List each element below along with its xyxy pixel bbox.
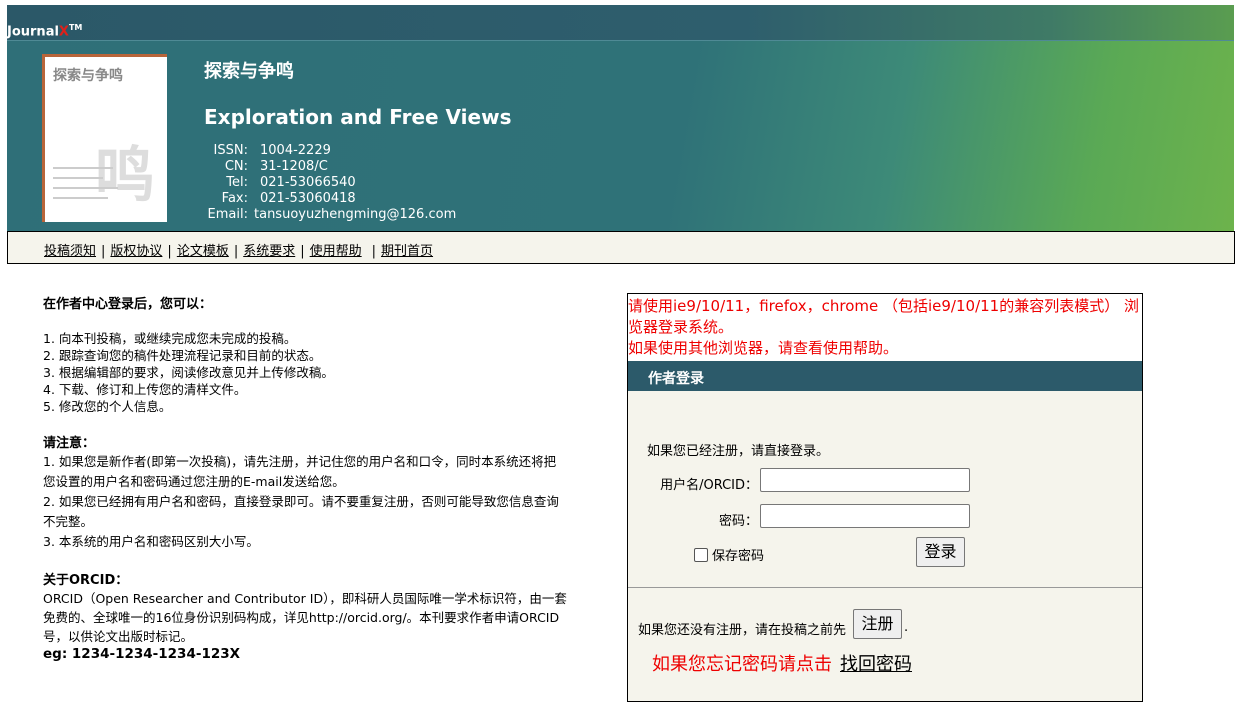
nav-submission-guide[interactable]: 投稿须知 — [44, 244, 96, 259]
feature-item: 1. 向本刊投稿，或继续完成您未完成的投稿。 — [43, 331, 297, 346]
journal-info: ISSN: 1004-2229 CN: 31-1208/C Tel: 021-5306… — [200, 143, 457, 223]
journal-banner: JournalXTM 探索与争鸣 鸣 探索与争鸣 Exploration and… — [7, 5, 1234, 231]
login-title: 作者登录 — [628, 361, 1142, 391]
remember-label: 保存密码 — [712, 549, 765, 564]
notice-item: 3. 本系统的用户名和密码区别大小写。 — [43, 534, 259, 549]
issn-label: ISSN: — [213, 143, 248, 158]
fax-value: 021-53060418 — [260, 191, 356, 206]
password-input[interactable] — [760, 504, 970, 528]
email-label: Email: — [207, 207, 248, 222]
browser-warning: 请使用ie9/10/11，firefox，chrome （包括ie9/10/11… — [628, 294, 1142, 361]
orcid-heading: 关于ORCID： — [43, 573, 129, 588]
features-heading: 在作者中心登录后，您可以： — [43, 297, 213, 312]
nav-system-requirements[interactable]: 系统要求 — [243, 244, 295, 259]
register-hint-text: 如果您还没有注册，请在投稿之前先 — [638, 623, 847, 638]
nav-journal-home[interactable]: 期刊首页 — [381, 244, 433, 259]
fax-label: Fax: — [221, 191, 248, 206]
browser-warning-text: 请使用ie9/10/11，firefox，chrome （包括ie9/10/11… — [628, 297, 1139, 336]
logo-text: Journal — [7, 24, 59, 40]
period: . — [904, 620, 909, 635]
divider — [628, 587, 1142, 588]
remember-checkbox[interactable] — [694, 547, 708, 562]
logo-x: X — [58, 24, 69, 40]
cover-calligraphy: 鸣 — [95, 141, 155, 211]
journal-title-en: Exploration and Free Views — [204, 105, 512, 129]
orcid-text: ORCID（Open Researcher and Contributor ID… — [43, 591, 567, 644]
issn-value: 1004-2229 — [260, 143, 331, 158]
remember-password[interactable]: 保存密码 — [694, 545, 764, 564]
orcid-example: eg: 1234-1234-1234-123X — [43, 646, 241, 662]
tel-label: Tel: — [226, 175, 248, 190]
register-button[interactable]: 注册 — [853, 609, 902, 639]
forgot-password: 如果您忘记密码请点击 找回密码 — [652, 650, 912, 676]
registered-hint: 如果您已经注册，请直接登录。 — [647, 444, 830, 459]
nav-bar: 投稿须知 | 版权协议 | 论文模板 | 系统要求 | 使用帮助 | 期刊首页 — [7, 231, 1235, 264]
cover-line — [53, 197, 108, 199]
notice-item: 1. 如果您是新作者(即第一次投稿)，请先注册，并记住您的用户名和口令，同时本系… — [43, 454, 557, 489]
recover-password-link[interactable]: 找回密码 — [840, 654, 912, 675]
register-hint: 如果您还没有注册，请在投稿之前先 — [638, 619, 846, 638]
browser-help-text: 如果使用其他浏览器，请查看使用帮助。 — [628, 339, 899, 357]
username-label: 用户名/ORCID： — [660, 478, 758, 493]
journal-title-cn: 探索与争鸣 — [204, 61, 294, 82]
feature-item: 4. 下载、修订和上传您的清样文件。 — [43, 382, 247, 397]
logo-tm: TM — [68, 23, 83, 32]
cover-line — [53, 187, 118, 189]
feature-item: 2. 跟踪查询您的稿件处理流程记录和目前的状态。 — [43, 348, 322, 363]
nav-copyright[interactable]: 版权协议 — [110, 244, 162, 259]
cover-line — [53, 177, 103, 179]
password-label: 密码： — [718, 514, 758, 529]
nav-help[interactable]: 使用帮助 — [310, 244, 362, 259]
login-panel: 请使用ie9/10/11，firefox，chrome （包括ie9/10/11… — [627, 293, 1143, 702]
author-info-panel: 在作者中心登录后，您可以： 1. 向本刊投稿，或继续完成您未完成的投稿。 2. … — [43, 296, 568, 663]
forgot-text: 如果您忘记密码请点击 — [652, 654, 832, 675]
notice-item: 2. 如果您已经拥有用户名和密码，直接登录即可。请不要重复注册，否则可能导致您信… — [43, 494, 559, 529]
cn-label: CN: — [224, 159, 248, 174]
nav-template[interactable]: 论文模板 — [177, 244, 229, 259]
tel-value: 021-53066540 — [260, 175, 356, 190]
login-button[interactable]: 登录 — [916, 537, 965, 567]
username-input[interactable] — [760, 468, 970, 492]
notice-heading: 请注意： — [43, 436, 96, 451]
cover-title: 探索与争鸣 — [53, 68, 123, 84]
top-bar: JournalXTM — [7, 5, 1234, 41]
feature-item: 3. 根据编辑部的要求，阅读修改意见并上传修改稿。 — [43, 365, 334, 380]
journalx-logo: JournalXTM — [7, 23, 82, 39]
journal-cover-image: 探索与争鸣 鸣 — [42, 54, 167, 222]
cn-value: 31-1208/C — [260, 159, 328, 174]
email-value: tansuoyuzhengming@126.com — [254, 207, 457, 222]
cover-line — [53, 167, 113, 169]
feature-item: 5. 修改您的个人信息。 — [43, 399, 172, 414]
